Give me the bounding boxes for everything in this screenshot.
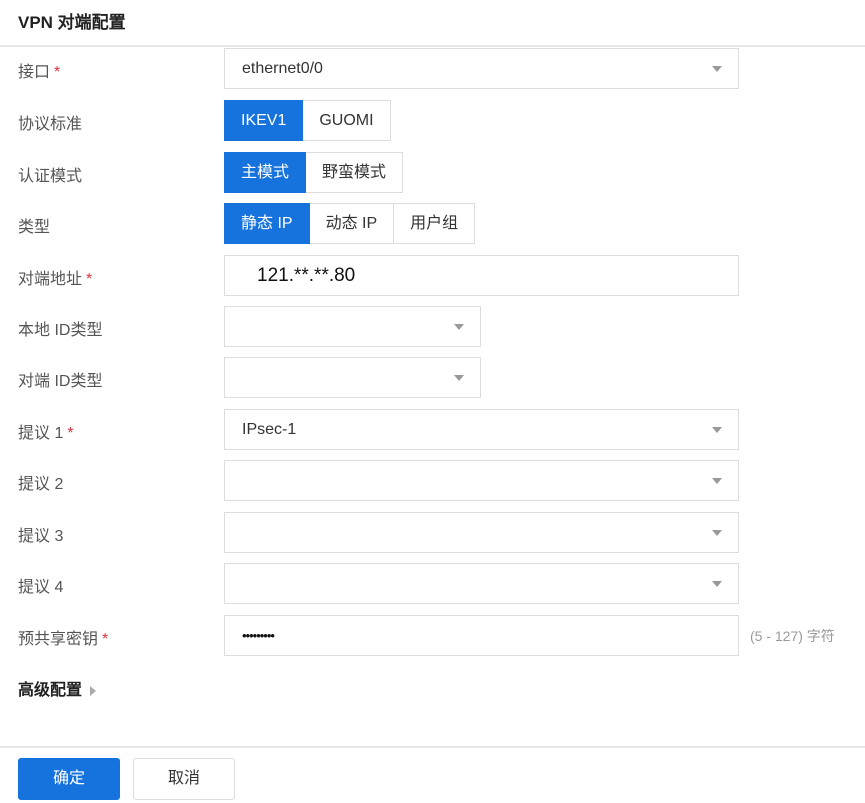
auth-mode-option-aggressive[interactable]: 野蛮模式	[306, 152, 404, 193]
label-text: 预共享密钥	[18, 631, 99, 648]
peer-id-type-label: 对端 ID类型	[18, 373, 103, 390]
divider	[0, 45, 865, 47]
type-option-static-ip[interactable]: 静态 IP	[224, 203, 310, 244]
local-id-type-label: 本地 ID类型	[18, 322, 103, 339]
protocol-row: 协议标准 IKEV1 GUOMI	[0, 100, 865, 141]
psk-row: 预共享密钥 * ••••••••• (5 - 127) 字符	[0, 615, 865, 656]
proposal1-row: 提议 1 * IPsec-1	[0, 409, 865, 450]
chevron-down-icon	[454, 324, 464, 330]
select-value: IPsec-1	[242, 421, 297, 438]
chevron-down-icon	[712, 66, 722, 72]
required-mark: *	[67, 425, 74, 442]
caret-right-icon	[90, 685, 97, 696]
proposal4-label: 提议 4	[18, 579, 64, 596]
auth-mode-option-main[interactable]: 主模式	[224, 152, 307, 193]
auth-mode-label: 认证模式	[18, 168, 83, 185]
cancel-button[interactable]: 取消	[133, 758, 235, 800]
type-option-dynamic-ip[interactable]: 动态 IP	[309, 203, 395, 244]
psk-label: 预共享密钥 *	[18, 625, 108, 649]
interface-row: 接口 * ethernet0/0	[0, 48, 865, 89]
type-label: 类型	[18, 219, 51, 236]
type-row: 类型 静态 IP 动态 IP 用户组	[0, 203, 865, 244]
auth-mode-row: 认证模式 主模式 野蛮模式	[0, 152, 865, 193]
required-mark: *	[86, 271, 93, 288]
peer-address-row: 对端地址 * 121.**.**.80	[0, 255, 865, 296]
proposal2-label: 提议 2	[18, 476, 64, 493]
proposal2-select[interactable]	[224, 460, 739, 501]
chevron-down-icon	[712, 478, 722, 484]
chevron-down-icon	[454, 375, 464, 381]
protocol-option-guomi[interactable]: GUOMI	[303, 100, 391, 141]
label-text: 接口	[18, 64, 51, 81]
proposal3-select[interactable]	[224, 512, 739, 553]
interface-label: 接口 *	[18, 58, 60, 82]
required-mark: *	[54, 64, 61, 81]
peer-id-type-select[interactable]	[224, 357, 481, 398]
peer-address-label: 对端地址 *	[18, 265, 92, 289]
footer-divider	[0, 746, 865, 748]
peer-id-type-row: 对端 ID类型	[0, 357, 865, 398]
chevron-down-icon	[712, 581, 722, 587]
required-mark: *	[102, 631, 109, 648]
ok-button[interactable]: 确定	[18, 758, 120, 800]
protocol-label: 协议标准	[18, 116, 83, 133]
advanced-label: 高级配置	[18, 682, 83, 699]
chevron-down-icon	[712, 530, 722, 536]
local-id-type-row: 本地 ID类型	[0, 306, 865, 347]
proposal3-row: 提议 3	[0, 512, 865, 553]
page-title: VPN 对端配置	[18, 13, 126, 32]
label-text: 对端地址	[18, 271, 83, 288]
proposal2-row: 提议 2	[0, 460, 865, 501]
type-segmented: 静态 IP 动态 IP 用户组	[224, 203, 476, 244]
proposal4-select[interactable]	[224, 563, 739, 604]
auth-mode-segmented: 主模式 野蛮模式	[224, 152, 404, 193]
chevron-down-icon	[712, 427, 722, 433]
peer-address-input[interactable]: 121.**.**.80	[224, 255, 739, 296]
label-text: 提议 1	[18, 425, 64, 442]
select-value: ethernet0/0	[242, 60, 323, 77]
proposal3-label: 提议 3	[18, 528, 64, 545]
proposal4-row: 提议 4	[0, 563, 865, 604]
local-id-type-select[interactable]	[224, 306, 481, 347]
psk-input[interactable]: •••••••••	[224, 615, 739, 656]
advanced-config-toggle[interactable]: 高级配置	[18, 676, 97, 700]
interface-select[interactable]: ethernet0/0	[224, 48, 739, 89]
protocol-segmented: IKEV1 GUOMI	[224, 100, 391, 141]
protocol-option-ikev1[interactable]: IKEV1	[224, 100, 304, 141]
type-option-user-group[interactable]: 用户组	[394, 203, 476, 244]
proposal1-select[interactable]: IPsec-1	[224, 409, 739, 450]
psk-length-hint: (5 - 127) 字符	[750, 628, 835, 644]
proposal1-label: 提议 1 *	[18, 419, 74, 443]
